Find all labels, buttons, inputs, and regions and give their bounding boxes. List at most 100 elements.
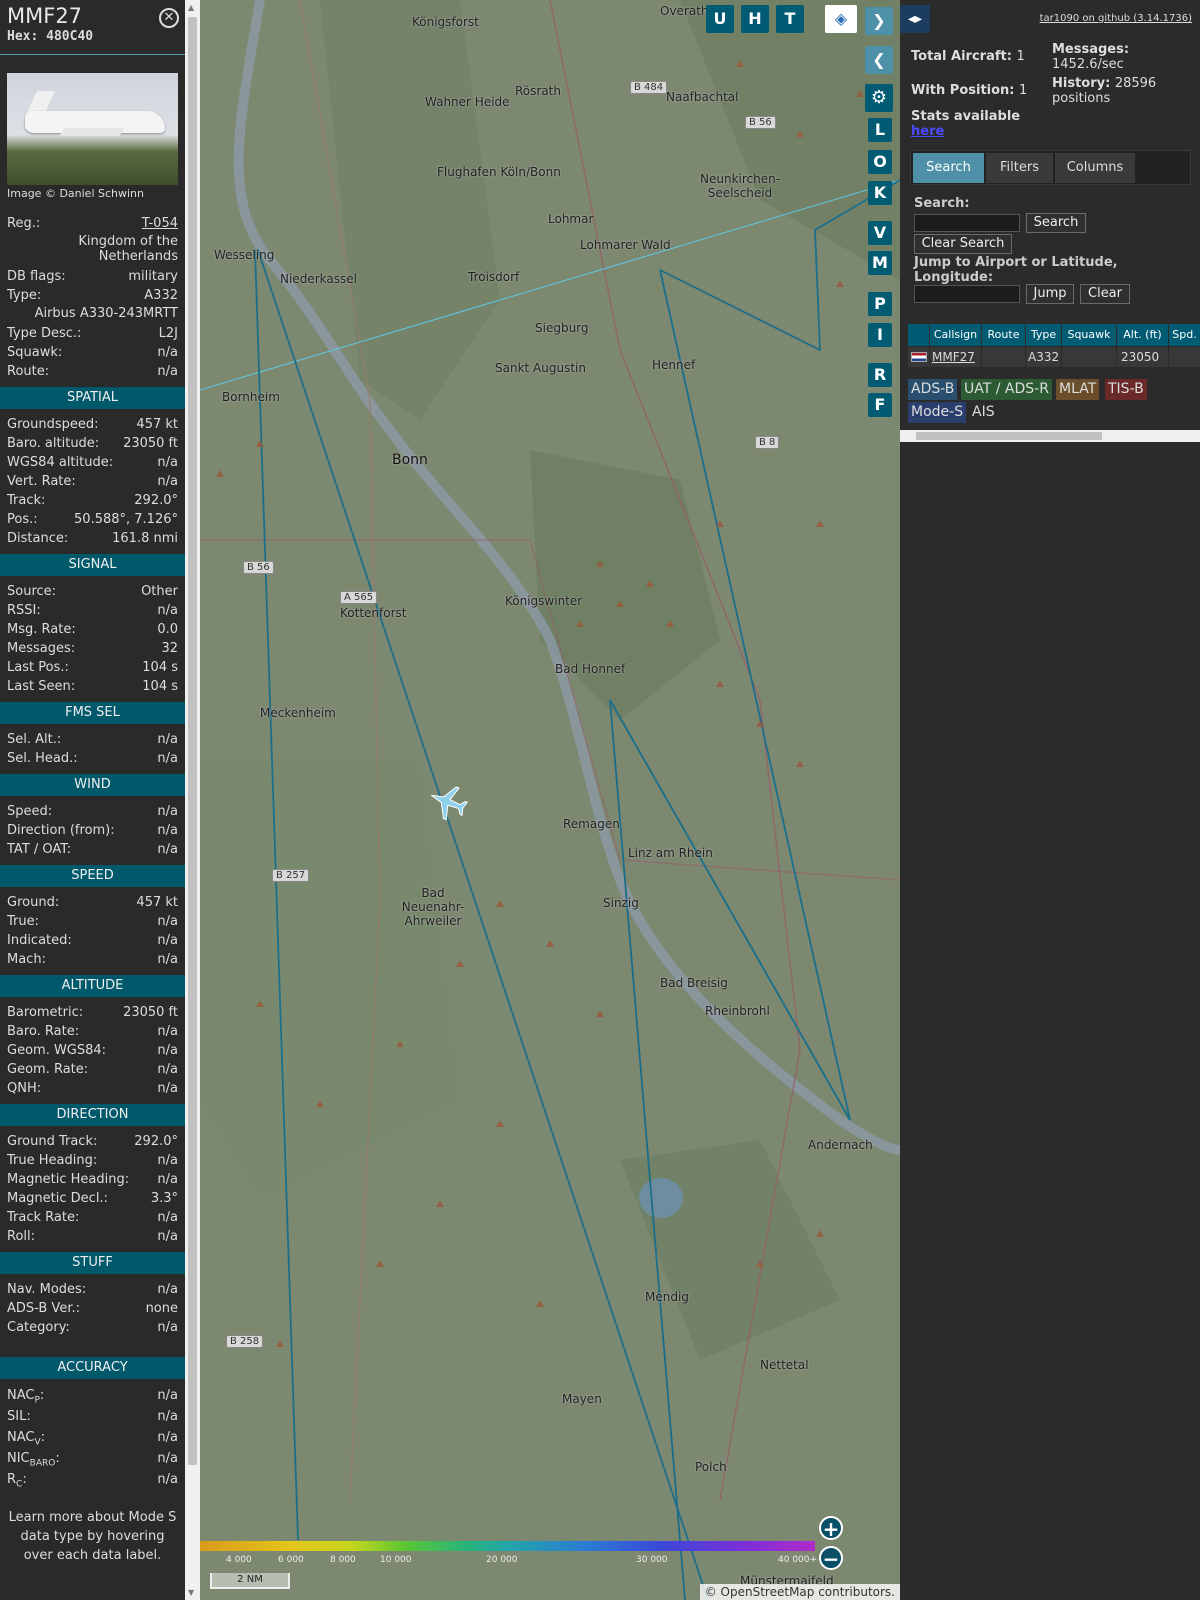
info-label[interactable]: True: [7,912,39,931]
search-input[interactable] [914,214,1020,232]
info-label[interactable]: Last Seen: [7,677,75,696]
col-header-flag[interactable] [908,324,929,346]
info-label[interactable]: Track: [7,491,45,510]
col-header-type[interactable]: Type [1026,324,1061,346]
info-value: n/a [157,455,178,470]
scroll-down-icon[interactable]: ▼ [188,1588,194,1597]
info-label[interactable]: ADS-B Ver.: [7,1299,80,1318]
jump-button[interactable]: Jump [1026,284,1074,304]
info-label[interactable]: Sel. Head.: [7,749,78,768]
aircraft-marker-icon[interactable] [428,782,468,822]
settings-gear-icon[interactable]: ⚙ [865,84,893,112]
info-label[interactable]: Last Pos.: [7,658,69,677]
aircraft-photo[interactable] [7,73,178,185]
info-label[interactable]: Pos.: [7,510,38,529]
info-label[interactable]: True Heading: [7,1151,97,1170]
scroll-up-icon[interactable]: ▲ [188,3,194,12]
row-callsign-link[interactable]: MMF27 [932,350,975,364]
zoom-in-button[interactable]: + [819,1516,843,1540]
info-label[interactable]: WGS84 altitude: [7,453,113,472]
info-value: 104 s [142,660,178,675]
info-label[interactable]: Direction (from): [7,821,115,840]
close-icon[interactable]: ✕ [159,8,179,28]
info-label[interactable]: Groundspeed: [7,415,98,434]
github-link[interactable]: tar1090 on github (3.14.1736) [1040,13,1192,24]
tab-filters[interactable]: Filters [986,153,1053,183]
map-button-o[interactable]: O [868,150,892,174]
col-header-squawk[interactable]: Squawk [1062,324,1116,346]
info-label[interactable]: Track Rate: [7,1208,79,1227]
info-label[interactable]: Magnetic Decl.: [7,1189,108,1208]
accuracy-label[interactable]: NICBARO: [7,1448,60,1469]
map-button-m[interactable]: M [868,251,892,275]
info-label[interactable]: Vert. Rate: [7,472,76,491]
info-label[interactable]: Ground Track: [7,1132,97,1151]
info-label[interactable]: Geom. WGS84: [7,1041,106,1060]
zoom-out-button[interactable]: − [819,1546,843,1570]
section-header-stuff: STUFF [0,1252,185,1274]
table-horizontal-scrollbar[interactable] [900,430,1200,442]
info-label[interactable]: Baro. altitude: [7,434,99,453]
info-label[interactable]: Sel. Alt.: [7,730,61,749]
next-icon[interactable]: ❯ [865,7,893,35]
info-label[interactable]: Roll: [7,1227,35,1246]
prev-icon[interactable]: ❮ [865,46,893,74]
hscroll-thumb[interactable] [916,432,1102,440]
toggle-sidebar-icon[interactable]: ◂▸ [900,5,930,33]
stats-link[interactable]: here [911,124,944,139]
col-header-alt[interactable]: Alt. (ft) [1117,324,1168,346]
info-label[interactable]: Barometric: [7,1003,83,1022]
accuracy-label[interactable]: SIL: [7,1406,31,1427]
map-button-v[interactable]: V [868,221,892,245]
info-label[interactable]: Source: [7,582,56,601]
info-label[interactable]: Baro. Rate: [7,1022,79,1041]
info-label[interactable]: TAT / OAT: [7,840,71,859]
info-value: 23050 ft [123,436,178,451]
info-row: TAT / OAT: n/a [0,840,185,859]
map-view[interactable]: Overath Königsforst Rösrath Wahner Heide Flu… [200,0,900,1600]
accuracy-value: n/a [157,1472,178,1487]
accuracy-label[interactable]: NACV: [7,1427,45,1448]
accuracy-label[interactable]: RC: [7,1469,27,1490]
info-label[interactable]: Messages: [7,639,75,658]
map-button-u[interactable]: U [706,5,734,33]
info-label[interactable]: Mach: [7,950,46,969]
info-label[interactable]: Msg. Rate: [7,620,76,639]
col-header-route[interactable]: Route [982,324,1025,346]
info-label[interactable]: QNH: [7,1079,41,1098]
map-button-r[interactable]: R [868,363,892,387]
reg-link[interactable]: T-054 [142,216,178,231]
clear-button[interactable]: Clear [1080,284,1130,304]
map-button-k[interactable]: K [868,181,892,205]
info-label[interactable]: Distance: [7,529,68,548]
info-label[interactable]: Category: [7,1318,70,1337]
jump-input[interactable] [914,285,1020,303]
info-label[interactable]: Ground: [7,893,59,912]
info-scrollbar[interactable]: ▲ ▼ [185,0,200,1600]
info-label[interactable]: RSSI: [7,601,41,620]
tab-search[interactable]: Search [913,153,984,183]
info-row: Category: n/a [0,1318,185,1337]
clear-search-button[interactable]: Clear Search [914,234,1012,254]
map-button-f[interactable]: F [868,393,892,417]
photo-wing [59,128,125,136]
col-header-callsign[interactable]: Callsign [930,324,981,346]
map-button-h[interactable]: H [741,5,769,33]
col-header-spd[interactable]: Spd. [1169,324,1200,346]
search-button[interactable]: Search [1026,213,1086,233]
map-button-i[interactable]: I [868,323,892,347]
scrollbar-thumb[interactable] [188,17,197,1465]
tab-columns[interactable]: Columns [1055,153,1135,183]
info-label[interactable]: Indicated: [7,931,72,950]
info-value: 161.8 nmi [112,531,178,546]
info-label[interactable]: Speed: [7,802,52,821]
accuracy-label[interactable]: NACP: [7,1385,44,1406]
map-button-l[interactable]: L [868,118,892,142]
info-label[interactable]: Magnetic Heading: [7,1170,129,1189]
map-button-p[interactable]: P [868,292,892,316]
map-attribution[interactable]: © OpenStreetMap contributors. [699,1584,900,1600]
info-label[interactable]: Nav. Modes: [7,1280,86,1299]
map-button-t[interactable]: T [776,5,804,33]
info-label[interactable]: Geom. Rate: [7,1060,88,1079]
layers-icon[interactable]: ◈ [825,5,857,33]
